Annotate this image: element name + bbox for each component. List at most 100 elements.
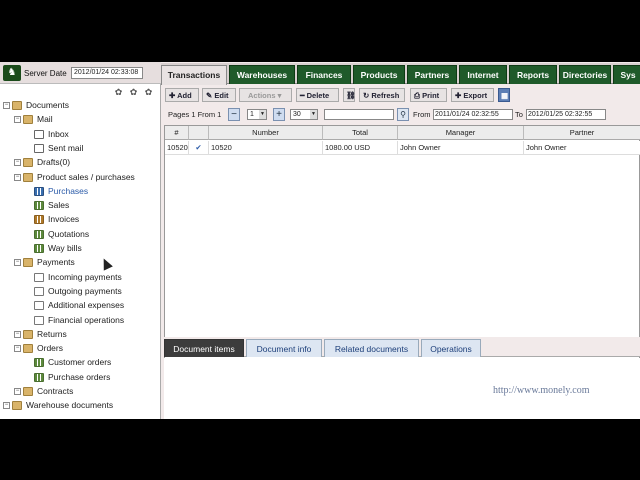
column-header-check[interactable] — [189, 126, 209, 140]
tree-item[interactable]: − Warehouse documents — [0, 399, 160, 412]
app-window: ♞ Server Date 2012/01/24 02:33:08 ✿ ✿ ✿ − D… — [0, 62, 640, 419]
tree-item[interactable]: Way bills — [0, 242, 160, 255]
tree-item[interactable]: Outgoing payments — [0, 285, 160, 298]
tab-partners[interactable]: Partners — [407, 65, 457, 84]
tab-transactions[interactable]: Transactions — [161, 65, 227, 85]
delete-button[interactable]: ━ Delete — [296, 88, 339, 102]
next-page-button[interactable]: + — [273, 108, 285, 121]
add-button[interactable]: ✚ Add — [165, 88, 199, 102]
search-icon[interactable]: ⚲ — [397, 108, 409, 121]
expander-icon[interactable]: − — [14, 116, 21, 123]
page-select-value: 1 — [250, 111, 254, 118]
tree-item-label: Way bills — [48, 243, 82, 253]
folder-icon — [23, 258, 33, 267]
tree-item[interactable]: − Payments — [0, 256, 160, 269]
mail-icon — [34, 130, 44, 139]
expander-icon[interactable]: − — [14, 345, 21, 352]
from-date-field[interactable]: 2011/01/24 02:32:55 — [433, 109, 513, 120]
tree-item[interactable]: − Orders — [0, 342, 160, 355]
row-partner: John Owner — [524, 141, 640, 155]
tab-products[interactable]: Products — [353, 65, 405, 84]
tree-item[interactable]: − Drafts(0) — [0, 156, 160, 169]
tree-item-label: Purchase orders — [48, 372, 111, 382]
tab-finances[interactable]: Finances — [297, 65, 351, 84]
expander-icon[interactable]: − — [14, 331, 21, 338]
tab-document-items[interactable]: Document items — [164, 339, 244, 357]
tree-item[interactable]: Sent mail — [0, 142, 160, 155]
prev-page-button[interactable]: − — [228, 108, 240, 121]
tab-reports[interactable]: Reports — [509, 65, 557, 84]
pager-bar: Pages 1 From 1 − 1 ▼ + 30 ▼ ⚲ From 2011/01… — [165, 108, 635, 122]
tree-item[interactable]: Incoming payments — [0, 271, 160, 284]
collapse-tree-icon[interactable]: ✿ — [143, 87, 154, 97]
tree-item[interactable]: Invoices — [0, 213, 160, 226]
tree-item-label: Inbox — [48, 129, 69, 139]
tree-item[interactable]: Additional expenses — [0, 299, 160, 312]
tree-item[interactable]: Inbox — [0, 128, 160, 141]
tree-item-label: Sales — [48, 200, 70, 210]
tree-item-label: Additional expenses — [48, 300, 125, 310]
per-page-select[interactable]: 30 ▼ — [290, 109, 318, 120]
chevron-down-icon: ▼ — [259, 110, 266, 119]
expander-icon[interactable]: − — [3, 402, 10, 409]
actions-button-label: Actions — [248, 91, 276, 100]
tree-item-label: Financial operations — [48, 315, 125, 325]
tree-item[interactable]: − Product sales / purchases — [0, 171, 160, 184]
tree-item-label: Mail — [37, 114, 53, 124]
export-button[interactable]: ✚ Export — [451, 88, 494, 102]
chevron-down-icon: ▼ — [310, 110, 317, 119]
tree-item[interactable]: Sales — [0, 199, 160, 212]
to-label: To — [515, 110, 523, 119]
server-date-label: Server Date — [24, 69, 67, 78]
page-select[interactable]: 1 ▼ — [247, 109, 267, 120]
column-header-number[interactable]: Number — [209, 126, 323, 140]
link-icon[interactable]: ⛓ — [343, 88, 356, 102]
tree-item[interactable]: Purchase orders — [0, 371, 160, 384]
tab-operations[interactable]: Operations — [421, 339, 481, 357]
grid-icon — [34, 201, 44, 210]
row-id: 10520 — [165, 141, 189, 155]
columns-icon[interactable]: ▦ — [498, 88, 510, 102]
column-header-partner[interactable]: Partner — [524, 126, 640, 140]
tab-sys[interactable]: Sys — [613, 65, 640, 84]
settings-icon[interactable]: ✿ — [113, 87, 124, 97]
tree-item[interactable]: − Documents — [0, 99, 160, 112]
expander-icon[interactable]: − — [3, 102, 10, 109]
refresh-button[interactable]: ↻ Refresh — [359, 88, 405, 102]
row-manager: John Owner — [398, 141, 524, 155]
tab-related-documents[interactable]: Related documents — [324, 339, 419, 357]
tree-item[interactable]: − Mail — [0, 113, 160, 126]
tree-item[interactable]: Financial operations — [0, 314, 160, 327]
tree-item[interactable]: − Contracts — [0, 385, 160, 398]
tree-item-label: Outgoing payments — [48, 286, 122, 296]
folder-icon — [23, 387, 33, 396]
tree-item-label: Quotations — [48, 229, 90, 239]
edit-button-label: Edit — [214, 91, 229, 100]
tree-item[interactable]: − Returns — [0, 328, 160, 341]
folder-icon — [23, 158, 33, 167]
mail-icon — [34, 144, 44, 153]
tree-item-label: Incoming payments — [48, 272, 122, 282]
tree-item[interactable]: Quotations — [0, 228, 160, 241]
grid-icon — [34, 230, 44, 239]
tab-directories[interactable]: Directories — [559, 65, 611, 84]
to-date-field[interactable]: 2012/01/25 02:32:55 — [526, 109, 606, 120]
actions-button[interactable]: Actions ▾ — [239, 88, 292, 102]
expander-icon[interactable]: − — [14, 159, 21, 166]
tree-item[interactable]: Customer orders — [0, 356, 160, 369]
column-header-total[interactable]: Total — [323, 126, 398, 140]
expander-icon[interactable]: − — [14, 259, 21, 266]
tree-item[interactable]: Purchases — [0, 185, 160, 198]
edit-button[interactable]: ✎ Edit — [202, 88, 236, 102]
tab-warehouses[interactable]: Warehouses — [229, 65, 295, 84]
tab-document-info[interactable]: Document info — [246, 339, 322, 357]
tab-internet[interactable]: Internet — [459, 65, 507, 84]
server-date-field: 2012/01/24 02:33:08 — [71, 67, 143, 79]
expander-icon[interactable]: − — [14, 174, 21, 181]
column-header-index[interactable]: # — [165, 126, 189, 140]
print-button[interactable]: ⎙ Print — [410, 88, 447, 102]
search-input[interactable] — [324, 109, 394, 120]
refresh-tree-icon[interactable]: ✿ — [128, 87, 139, 97]
column-header-manager[interactable]: Manager — [398, 126, 524, 140]
expander-icon[interactable]: − — [14, 388, 21, 395]
